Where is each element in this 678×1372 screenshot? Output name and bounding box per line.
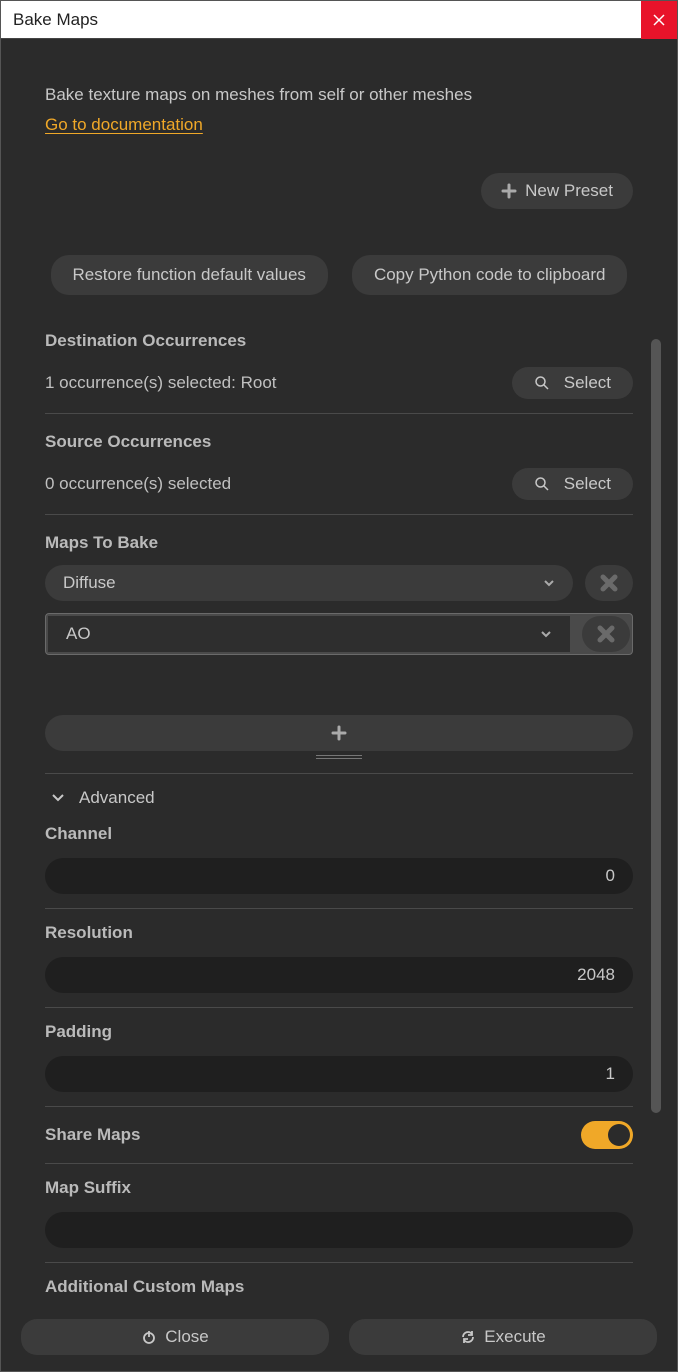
map-type-dropdown[interactable]: Diffuse: [45, 565, 573, 601]
titlebar: Bake Maps: [1, 1, 677, 39]
maps-to-bake-label: Maps To Bake: [45, 533, 633, 553]
copy-python-button[interactable]: Copy Python code to clipboard: [352, 255, 628, 295]
source-status: 0 occurrence(s) selected: [45, 474, 231, 494]
close-button-label: Close: [165, 1327, 208, 1347]
restore-defaults-button[interactable]: Restore function default values: [51, 255, 328, 295]
close-icon: [653, 14, 665, 26]
documentation-link[interactable]: Go to documentation: [45, 115, 203, 134]
map-suffix-label: Map Suffix: [45, 1178, 633, 1198]
chevron-down-icon: [51, 791, 65, 805]
destination-label: Destination Occurrences: [45, 331, 633, 351]
description-text: Bake texture maps on meshes from self or…: [45, 85, 633, 105]
remove-map-button[interactable]: [585, 565, 633, 601]
delete-icon: [597, 625, 615, 643]
chevron-down-icon: [543, 577, 555, 589]
search-icon: [534, 476, 550, 492]
destination-status: 1 occurrence(s) selected: Root: [45, 373, 277, 393]
destination-select-button[interactable]: Select: [512, 367, 633, 399]
additional-maps-label: Additional Custom Maps: [45, 1277, 633, 1297]
remove-map-button[interactable]: [582, 616, 630, 652]
map-row: Diffuse: [45, 565, 633, 601]
toggle-knob: [608, 1124, 630, 1146]
map-type-dropdown[interactable]: AO: [48, 616, 570, 652]
resize-grip[interactable]: [316, 755, 362, 759]
close-button[interactable]: Close: [21, 1319, 329, 1355]
resolution-input[interactable]: 2048: [45, 957, 633, 993]
map-type-value: AO: [66, 624, 91, 644]
map-type-value: Diffuse: [63, 573, 116, 593]
new-preset-button[interactable]: New Preset: [481, 173, 633, 209]
search-icon: [534, 375, 550, 391]
source-select-label: Select: [564, 474, 611, 494]
map-suffix-input[interactable]: [45, 1212, 633, 1248]
padding-input[interactable]: 1: [45, 1056, 633, 1092]
close-window-button[interactable]: [641, 1, 677, 39]
execute-button-label: Execute: [484, 1327, 545, 1347]
padding-label: Padding: [45, 1022, 633, 1042]
advanced-label: Advanced: [79, 788, 155, 808]
chevron-down-icon: [540, 628, 552, 640]
plus-icon: [331, 725, 347, 741]
refresh-icon: [460, 1329, 476, 1345]
power-icon: [141, 1329, 157, 1345]
destination-select-label: Select: [564, 373, 611, 393]
share-maps-toggle[interactable]: [581, 1121, 633, 1149]
resolution-label: Resolution: [45, 923, 633, 943]
source-select-button[interactable]: Select: [512, 468, 633, 500]
new-preset-label: New Preset: [525, 181, 613, 201]
source-label: Source Occurrences: [45, 432, 633, 452]
window-title: Bake Maps: [13, 10, 98, 30]
plus-icon: [501, 183, 517, 199]
add-map-button[interactable]: [45, 715, 633, 751]
delete-icon: [600, 574, 618, 592]
channel-label: Channel: [45, 824, 633, 844]
execute-button[interactable]: Execute: [349, 1319, 657, 1355]
advanced-toggle[interactable]: Advanced: [45, 774, 633, 818]
scrollbar[interactable]: [651, 339, 661, 1113]
share-maps-label: Share Maps: [45, 1125, 140, 1145]
map-row: AO: [45, 613, 633, 655]
channel-input[interactable]: 0: [45, 858, 633, 894]
